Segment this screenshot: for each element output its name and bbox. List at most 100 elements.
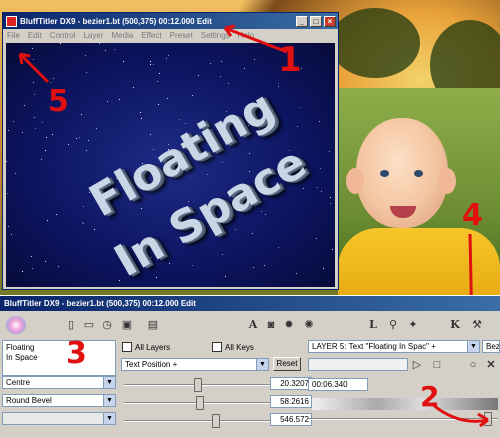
record-icon[interactable]: ○ [466, 358, 480, 372]
annotation-arrow-1 [223, 24, 288, 54]
save-as-icon[interactable]: ▤ [146, 318, 160, 332]
star [24, 105, 25, 106]
z-slider-thumb[interactable] [212, 414, 220, 428]
menu-edit[interactable]: Edit [24, 31, 46, 40]
star [34, 117, 35, 118]
open-icon[interactable]: ▭ [82, 318, 96, 332]
chevron-down-icon: ▼ [103, 413, 115, 424]
menu-preset[interactable]: Preset [166, 31, 197, 40]
x-slider-thumb[interactable] [194, 378, 202, 392]
tree-icon[interactable]: ⚲ [386, 318, 400, 332]
star [41, 159, 42, 160]
star [323, 268, 324, 269]
wrench-icon[interactable]: ⚒ [470, 318, 484, 332]
layer-type-select[interactable]: Bezi [482, 340, 500, 353]
star [99, 43, 100, 44]
annotation-arrow-5 [18, 52, 50, 84]
star [168, 55, 169, 56]
star [297, 126, 298, 127]
close-button[interactable]: × [324, 15, 336, 27]
star [317, 187, 318, 188]
star [81, 114, 82, 115]
menu-layer[interactable]: Layer [79, 31, 107, 40]
checkbox-box[interactable] [212, 342, 222, 352]
menu-effect[interactable]: Effect [137, 31, 165, 40]
annotation-5: 5 [48, 84, 69, 119]
menu-file[interactable]: File [3, 31, 24, 40]
annotation-3: 3 [66, 336, 87, 371]
layer-icon[interactable]: L [366, 318, 380, 332]
alignment-select[interactable]: Centre ▼ [2, 376, 116, 389]
bevel-select[interactable]: Round Bevel ▼ [2, 394, 116, 407]
maximize-button[interactable]: □ [310, 15, 322, 27]
menu-control[interactable]: Control [46, 31, 80, 40]
star [329, 151, 330, 152]
star [60, 43, 61, 44]
all-layers-checkbox[interactable]: All Layers [122, 342, 170, 352]
text-editor[interactable]: Floating In Space [2, 340, 116, 376]
star [140, 112, 141, 113]
reset-button[interactable]: Reset [273, 357, 301, 371]
property-value: Text Position + [125, 360, 178, 369]
star [192, 265, 193, 266]
chevron-down-icon[interactable]: ▼ [103, 377, 115, 388]
layer-select[interactable]: LAYER 5: Text "Floating In Spac" + ▼ [308, 340, 480, 353]
time-field[interactable]: 00:06.340 [308, 378, 368, 391]
star [133, 87, 134, 88]
chevron-down-icon[interactable]: ▼ [103, 395, 115, 406]
z-value-field[interactable]: 546.572 [270, 413, 312, 426]
x-value-field[interactable]: 20.3207 [270, 377, 312, 390]
star [107, 101, 108, 102]
close-icon[interactable]: ✕ [484, 358, 498, 372]
light-icon[interactable]: ✹ [282, 318, 296, 332]
star [22, 271, 23, 272]
tools-icon[interactable]: K [448, 318, 462, 332]
star [222, 162, 223, 163]
y-slider-thumb[interactable] [196, 396, 204, 410]
save-icon[interactable]: ▣ [120, 318, 134, 332]
bevel-value: Round Bevel [6, 396, 52, 405]
star [332, 249, 333, 250]
z-slider[interactable] [124, 414, 292, 428]
star [159, 73, 160, 74]
text-layer-icon[interactable]: A [246, 318, 260, 332]
star [123, 61, 124, 62]
y-slider[interactable] [124, 396, 292, 410]
camera-icon[interactable]: ◙ [264, 318, 278, 332]
play-icon[interactable]: ▷ [410, 358, 424, 372]
plugin-icon[interactable]: ✦ [406, 318, 420, 332]
star [225, 276, 226, 277]
property-select[interactable]: Text Position + ▼ [121, 358, 269, 371]
particles-icon[interactable]: ✺ [302, 318, 316, 332]
star [114, 49, 115, 50]
clock-icon[interactable]: ◷ [100, 318, 114, 332]
star [150, 64, 151, 65]
star [244, 68, 245, 69]
minimize-button[interactable]: _ [296, 15, 308, 27]
new-icon[interactable]: ▯ [64, 318, 78, 332]
stop-icon[interactable]: □ [430, 358, 444, 372]
all-keys-checkbox[interactable]: All Keys [212, 342, 254, 352]
star [158, 104, 159, 105]
checkbox-box[interactable] [122, 342, 132, 352]
star [278, 86, 279, 87]
star [320, 168, 321, 169]
star [56, 214, 57, 215]
star [319, 121, 320, 122]
x-slider[interactable] [124, 378, 292, 392]
menu-media[interactable]: Media [108, 31, 138, 40]
star [94, 229, 95, 230]
star [253, 267, 254, 268]
chevron-down-icon[interactable]: ▼ [256, 359, 268, 370]
star [86, 72, 87, 73]
star [220, 76, 221, 77]
star [150, 134, 151, 135]
chevron-down-icon[interactable]: ▼ [467, 341, 479, 352]
star [11, 234, 12, 235]
star [34, 94, 35, 95]
star [47, 220, 48, 221]
layer-type-value: Bezi [486, 342, 500, 351]
y-value-field[interactable]: 58.2616 [270, 395, 312, 408]
star [330, 203, 331, 204]
star [32, 268, 33, 269]
